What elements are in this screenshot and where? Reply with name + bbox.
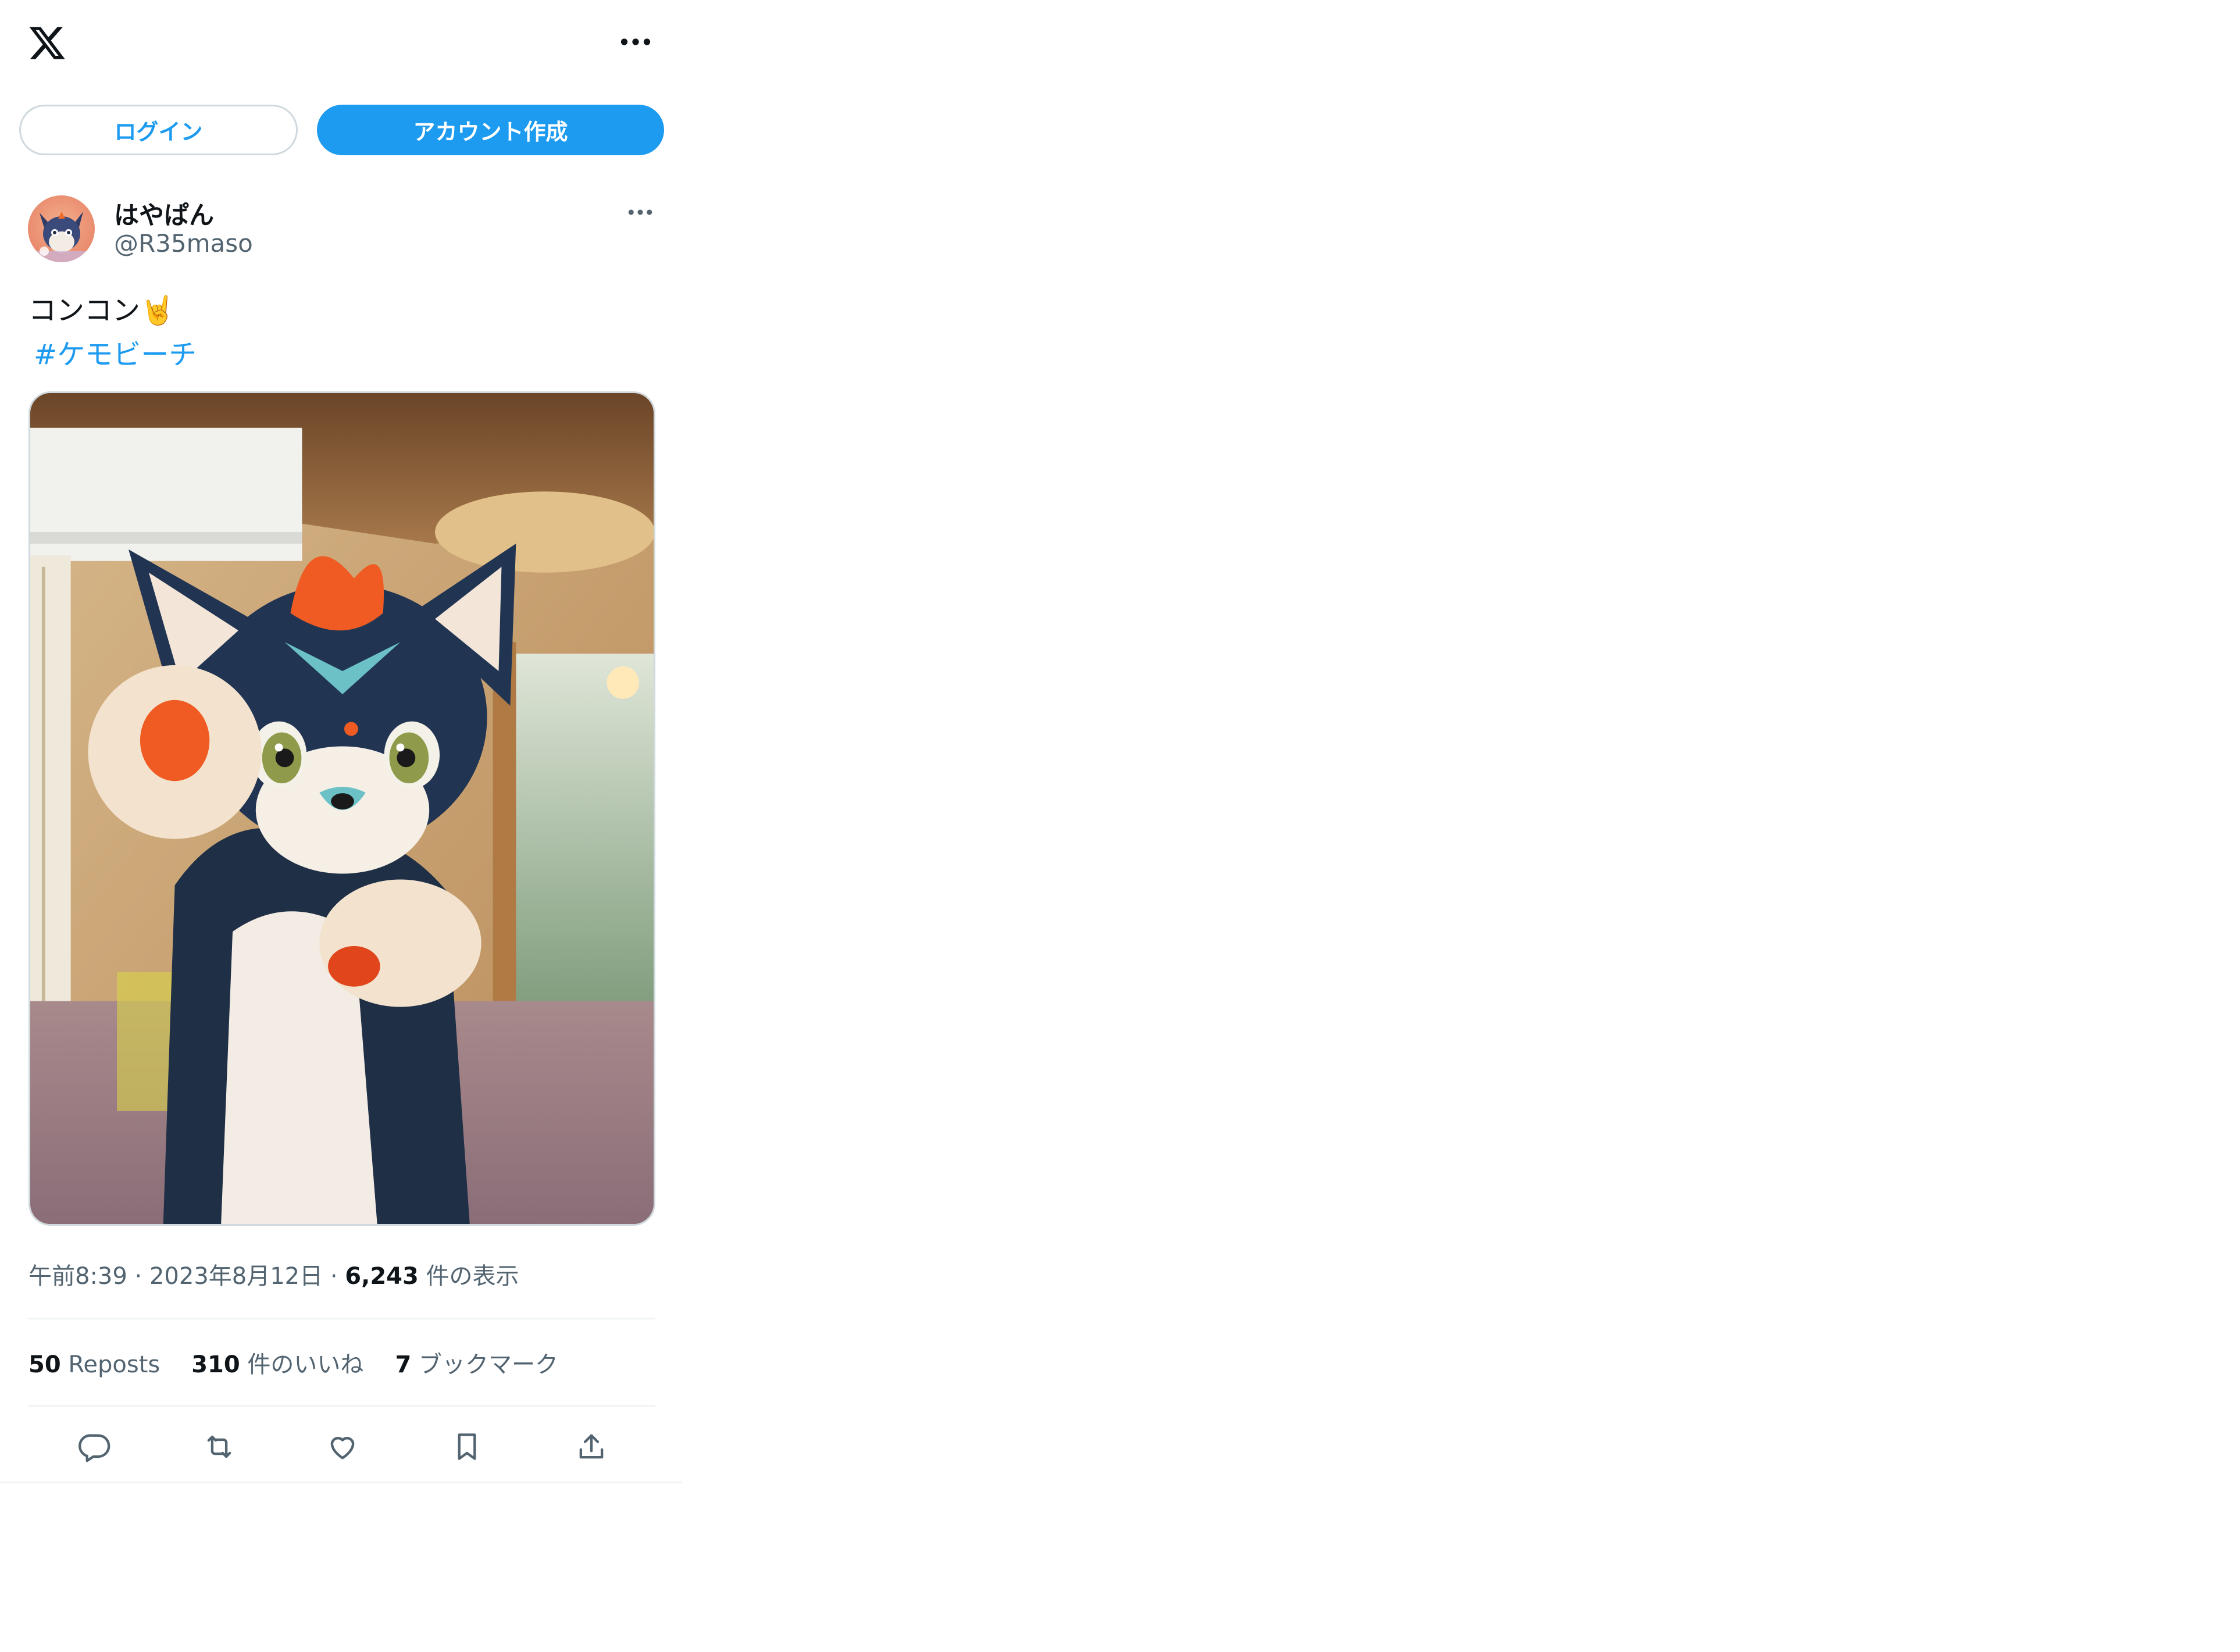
tweet-more-icon[interactable] [625,204,655,221]
display-name[interactable]: はやぱん [114,195,214,231]
bookmarks-count: 7 [395,1351,412,1378]
login-button[interactable]: ログイン [19,105,298,155]
likes-stat[interactable]: 310 件のいいね [191,1346,363,1379]
tweet-header: はやぱん @R35maso [0,192,682,267]
more-horizontal-icon[interactable] [618,30,654,53]
auth-buttons: ログイン アカウント作成 [0,104,682,159]
avatar[interactable] [28,195,95,262]
tweet-actions [28,1418,655,1476]
repost-icon[interactable] [190,1418,248,1476]
views-count: 6,243 [345,1263,419,1290]
reposts-label: Reposts [60,1351,160,1378]
divider [28,1405,655,1407]
user-handle[interactable]: @R35maso [114,229,253,258]
hashtag-link[interactable]: #ケモビーチ [34,331,197,372]
x-logo-icon[interactable] [27,23,67,63]
meta-separator: · [323,1263,345,1290]
bookmark-icon[interactable] [438,1418,496,1476]
tweet-photo[interactable] [28,391,655,1226]
like-icon[interactable] [313,1418,372,1476]
reply-icon[interactable] [66,1418,124,1476]
reposts-stat[interactable]: 50 Reposts [28,1351,160,1378]
tweet-page: ログイン アカウント作成 はやぱん @R35maso コンコン🤘 #ケモビーチ … [0,0,682,1483]
tweet-meta: 午前8:39 · 2023年8月12日 · 6,243 件の表示 [28,1257,519,1291]
meta-separator: · [127,1263,149,1290]
share-icon[interactable] [562,1418,620,1476]
tweet-date[interactable]: 2023年8月12日 [149,1263,323,1290]
bookmarks-stat[interactable]: 7 ブックマーク [395,1346,558,1379]
likes-label: 件のいいね [240,1351,364,1378]
tweet-text: コンコン🤘 [28,294,175,327]
signup-button[interactable]: アカウント作成 [317,105,664,155]
tweet-time[interactable]: 午前8:39 [28,1263,127,1290]
views-label: 件の表示 [418,1263,519,1290]
divider [28,1318,655,1319]
likes-count: 310 [191,1351,240,1378]
top-bar [0,0,682,90]
bookmarks-label: ブックマーク [411,1351,558,1378]
reposts-count: 50 [28,1351,61,1378]
tweet-stats: 50 Reposts 310 件のいいね 7 ブックマーク [28,1346,590,1379]
